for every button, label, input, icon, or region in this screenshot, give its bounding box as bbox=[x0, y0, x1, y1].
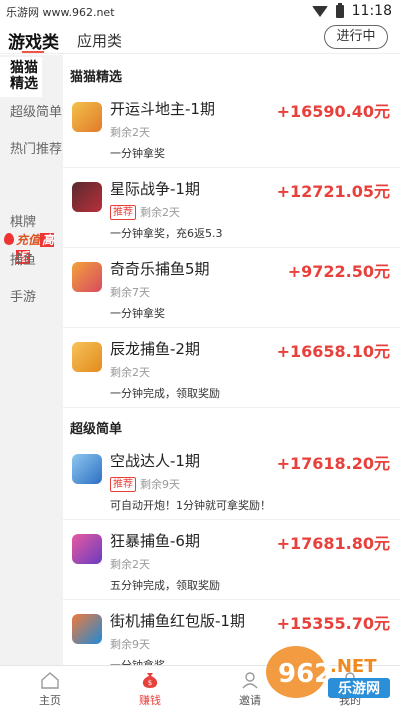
jet-icon bbox=[72, 454, 102, 484]
game-title: 星际战争-1期 bbox=[110, 180, 200, 198]
remaining-days: 剩余2天 bbox=[110, 366, 150, 379]
sidebar-item-super-easy[interactable]: 超级简单 bbox=[0, 101, 63, 120]
bottom-nav: 主页 $ 赚钱 邀请 我的 bbox=[0, 665, 400, 710]
status-icons: 11:18 bbox=[311, 2, 392, 19]
game-title: 辰龙捕鱼-2期 bbox=[110, 340, 200, 358]
game-title: 奇奇乐捕鱼5期 bbox=[110, 260, 210, 278]
game-title: 开运斗地主-1期 bbox=[110, 100, 215, 118]
game-desc: 一分钟拿奖 bbox=[110, 657, 165, 665]
game-reward: +9722.50元 bbox=[287, 262, 390, 281]
remaining-days: 剩余7天 bbox=[110, 286, 150, 299]
money-bag-icon: $ bbox=[142, 673, 158, 688]
game-card[interactable]: 狂暴捕鱼-6期 +17681.80元 剩余2天 五分钟完成，领取奖励 bbox=[63, 520, 400, 600]
sidebar-item-mobile[interactable]: 手游 bbox=[0, 286, 63, 305]
nav-label: 赚钱 bbox=[139, 694, 161, 707]
home-icon bbox=[41, 672, 59, 689]
battery-icon bbox=[335, 2, 344, 18]
game-card[interactable]: 辰龙捕鱼-2期 +16658.10元 剩余2天 一分钟完成，领取奖励 bbox=[63, 328, 400, 408]
game-reward: +12721.05元 bbox=[276, 182, 390, 201]
game-title: 狂暴捕鱼-6期 bbox=[110, 532, 200, 550]
nav-label: 主页 bbox=[39, 694, 61, 707]
status-bar: 乐游网 www.962.net 11:18 bbox=[0, 0, 400, 24]
remaining-days: 剩余2天 bbox=[140, 206, 180, 219]
space-war-icon bbox=[72, 182, 102, 212]
game-card[interactable]: 街机捕鱼红包版-1期 +15355.70元 剩余9天 一分钟拿奖 bbox=[63, 600, 400, 665]
game-list: 猫猫精选 开运斗地主-1期 +16590.40元 剩余2天 一分钟拿奖 星际战争… bbox=[63, 55, 400, 665]
sidebar-item-featured[interactable]: 猫猫精选 bbox=[0, 57, 42, 97]
nav-home[interactable]: 主页 bbox=[0, 666, 100, 710]
fishing-icon bbox=[72, 614, 102, 644]
game-desc: 可自动开炮！1分钟就可拿奖励！ bbox=[110, 499, 271, 512]
section-title: 超级简单 bbox=[70, 422, 123, 437]
category-tabs: 游戏类 应用类 进行中 bbox=[0, 24, 400, 54]
active-tab-indicator bbox=[22, 51, 44, 53]
recommend-badge: 推荐 bbox=[110, 476, 136, 492]
remaining-days: 剩余9天 bbox=[140, 478, 180, 491]
game-desc: 五分钟完成，领取奖励 bbox=[110, 579, 220, 592]
game-card[interactable]: 空战达人-1期 +17618.20元 推荐 剩余9天 可自动开炮！1分钟就可拿奖励… bbox=[63, 440, 400, 520]
section-title: 猫猫精选 bbox=[70, 70, 123, 85]
remaining-days: 剩余9天 bbox=[110, 638, 150, 651]
user-icon bbox=[242, 672, 258, 689]
game-reward: +16658.10元 bbox=[276, 342, 390, 361]
game-card[interactable]: 奇奇乐捕鱼5期 +9722.50元 剩余7天 一分钟拿奖 bbox=[63, 248, 400, 328]
sidebar-item-chess[interactable]: 棋牌 bbox=[0, 211, 63, 230]
sidebar-item-hot[interactable]: 热门推荐 bbox=[0, 138, 63, 157]
game-card[interactable]: 星际战争-1期 +12721.05元 推荐 剩余2天 一分钟拿奖，充6返5.3 bbox=[63, 168, 400, 248]
remaining-days: 剩余2天 bbox=[110, 558, 150, 571]
card-game-icon bbox=[72, 102, 102, 132]
nav-earn[interactable]: $ 赚钱 bbox=[100, 666, 200, 710]
nav-mine[interactable]: 我的 bbox=[300, 666, 400, 710]
tab-game[interactable]: 游戏类 bbox=[8, 28, 59, 53]
remaining-days: 剩余2天 bbox=[110, 126, 150, 139]
game-card[interactable]: 开运斗地主-1期 +16590.40元 剩余2天 一分钟拿奖 bbox=[63, 88, 400, 168]
game-reward: +16590.40元 bbox=[276, 102, 390, 121]
game-reward: +17681.80元 bbox=[276, 534, 390, 553]
fishing-icon bbox=[72, 534, 102, 564]
nav-label: 我的 bbox=[339, 694, 361, 707]
game-reward: +15355.70元 bbox=[276, 614, 390, 633]
profile-icon bbox=[342, 672, 358, 689]
svg-text:$: $ bbox=[148, 679, 152, 687]
game-desc: 一分钟拿奖，充6返5.3 bbox=[110, 227, 223, 240]
sidebar-item-recharge-rebate[interactable]: 充值 高返 bbox=[4, 231, 60, 264]
game-title: 空战达人-1期 bbox=[110, 452, 200, 470]
fire-icon bbox=[4, 233, 14, 245]
game-reward: +17618.20元 bbox=[276, 454, 390, 473]
promo-prefix: 充值 bbox=[16, 233, 41, 247]
nav-label: 邀请 bbox=[239, 694, 261, 707]
sidebar-item-fishing[interactable]: 捕鱼 bbox=[0, 249, 63, 268]
source-label: 乐游网 www.962.net bbox=[6, 6, 115, 19]
game-desc: 一分钟拿奖 bbox=[110, 147, 165, 160]
game-desc: 一分钟拿奖 bbox=[110, 307, 165, 320]
clock: 11:18 bbox=[351, 3, 392, 19]
fishing-icon bbox=[72, 342, 102, 372]
sidebar: 猫猫精选 超级简单 热门推荐 充值 高返 棋牌 捕鱼 手游 bbox=[0, 55, 63, 665]
fishing-icon bbox=[72, 262, 102, 292]
ongoing-button[interactable]: 进行中 bbox=[324, 25, 388, 49]
game-desc: 一分钟完成，领取奖励 bbox=[110, 387, 220, 400]
tab-app[interactable]: 应用类 bbox=[77, 30, 122, 51]
nav-invite[interactable]: 邀请 bbox=[200, 666, 300, 710]
game-title: 街机捕鱼红包版-1期 bbox=[110, 612, 245, 630]
wifi-icon bbox=[311, 5, 328, 17]
recommend-badge: 推荐 bbox=[110, 204, 136, 220]
